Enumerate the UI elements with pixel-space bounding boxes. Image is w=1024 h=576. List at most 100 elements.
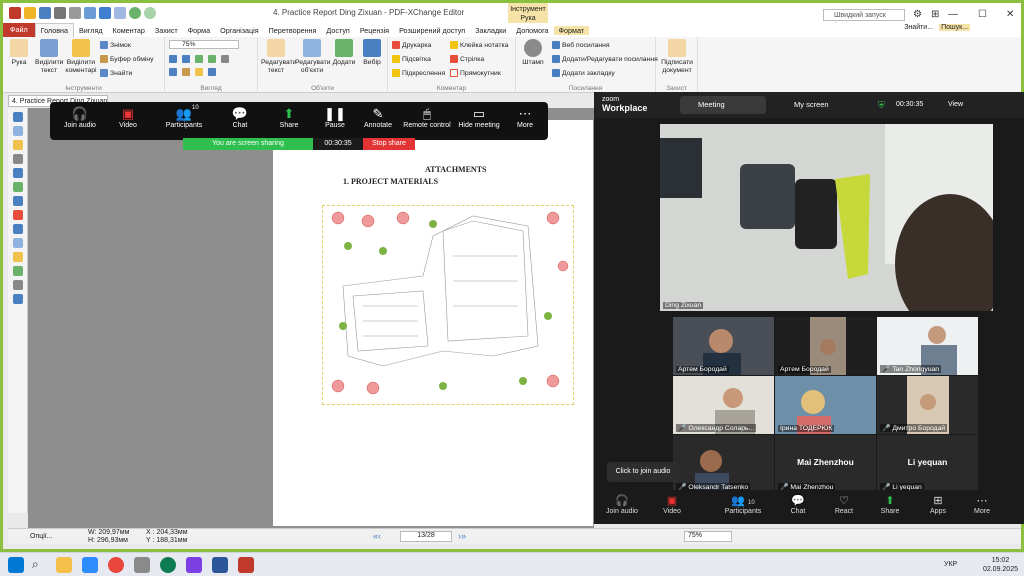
stop-share-button[interactable]: Stop share (363, 138, 415, 150)
find-tool-button[interactable]: Знайти (100, 69, 132, 77)
zoom-taskbar-icon[interactable] (82, 557, 98, 573)
tab-organize[interactable]: Організація (215, 26, 264, 35)
sticky-note-button[interactable]: Клейка нотатка (450, 41, 508, 49)
properties-panel-icon[interactable] (12, 252, 23, 262)
email-icon[interactable] (69, 7, 81, 19)
arrow-button[interactable]: Стрілка (450, 55, 484, 63)
search-button[interactable]: Пошук... (939, 24, 970, 31)
content-panel-icon[interactable] (12, 224, 23, 234)
rotate-right-icon[interactable] (208, 55, 216, 63)
undo-icon[interactable] (99, 7, 111, 19)
highlight-button[interactable]: Підсвітка (392, 55, 431, 63)
participant-tile[interactable]: 🎤 Oleksandr Tatsenko (673, 435, 774, 493)
more-button[interactable]: ⋯ More (966, 494, 998, 515)
tab-bookmarks[interactable]: Закладки (470, 26, 511, 35)
fit-page-icon[interactable] (169, 55, 177, 63)
tags-panel-icon[interactable] (12, 210, 23, 220)
standards-panel-icon[interactable] (12, 294, 23, 304)
underline-button[interactable]: Підкреслення (392, 69, 445, 77)
react-button[interactable]: ♡ React (828, 494, 860, 515)
open-icon[interactable] (24, 7, 36, 19)
select-text-button[interactable]: Виділити текст (35, 39, 63, 75)
tab-view[interactable]: Вигляд (74, 26, 108, 35)
destinations-panel-icon[interactable] (12, 238, 23, 248)
quick-launch-input[interactable]: Швидкий запуск (Ctrl... (823, 9, 905, 30)
participant-tile[interactable]: Артем Бородай (775, 317, 876, 375)
participant-tile[interactable]: Li yequan 🎤 Li yequan (877, 435, 978, 493)
view-button[interactable]: View (948, 101, 963, 108)
participant-tile[interactable]: Mai Zhenzhou 🎤 Mai Zhenzhou (775, 435, 876, 493)
search-icon[interactable]: ⌕ (32, 557, 48, 573)
forward-icon[interactable] (144, 7, 156, 19)
share-button[interactable]: ⬆ Share (874, 494, 906, 515)
chat-button[interactable]: 💬 Chat (782, 494, 814, 515)
file-explorer-icon[interactable] (56, 557, 72, 573)
attachments-panel-icon[interactable] (12, 154, 23, 164)
system-clock[interactable]: 15:02 02.09.2025 (983, 556, 1018, 574)
tab-meeting[interactable]: Meeting (680, 96, 766, 114)
stamp-button[interactable]: Штамп (519, 39, 547, 67)
participant-tile[interactable]: Артем Бородай (673, 317, 774, 375)
start-icon[interactable] (8, 557, 24, 573)
articles-panel-icon[interactable] (12, 266, 23, 276)
join-audio-button[interactable]: 🎧 Join audio (602, 494, 642, 515)
tab-help[interactable]: Допомога (511, 26, 553, 35)
comments-panel-icon[interactable] (12, 140, 23, 150)
more-control[interactable]: ⋯ More (508, 106, 542, 129)
tab-convert[interactable]: Перетворення (264, 26, 322, 35)
layout-icon[interactable]: ⊞ (931, 9, 939, 20)
tab-my-screen[interactable]: My screen (776, 96, 856, 114)
tab-protect[interactable]: Захист (150, 26, 183, 35)
tab-review[interactable]: Рецензія (355, 26, 394, 35)
add-edit-links-button[interactable]: Додати/Редагувати посилання (552, 55, 658, 63)
sign-document-button[interactable]: Підписати документ (659, 39, 695, 75)
chrome-icon[interactable] (108, 557, 124, 573)
layers-panel-icon[interactable] (12, 168, 23, 178)
signatures-panel-icon[interactable] (12, 196, 23, 206)
print-icon[interactable] (54, 7, 66, 19)
language-indicator[interactable]: УКР (944, 561, 957, 568)
fit-width-icon[interactable] (182, 55, 190, 63)
page-nav-forward[interactable]: ›» (458, 531, 466, 541)
participants-button[interactable]: 👥 10 Participants (720, 494, 766, 515)
video-control[interactable]: ▣ Video (110, 106, 146, 129)
select-button[interactable]: Вибір (360, 39, 384, 67)
zoom-level-select[interactable]: 75% (169, 40, 239, 49)
back-icon[interactable] (129, 7, 141, 19)
tab-file[interactable]: Файл (3, 23, 35, 37)
select-comments-button[interactable]: Виділити коментарі (65, 39, 97, 75)
participant-tile[interactable]: Ірина ТОДЕРЮК (775, 376, 876, 434)
status-zoom-select[interactable]: 75% (684, 531, 732, 542)
join-audio-control[interactable]: 🎧 Join audio (60, 106, 100, 129)
page-nav-buttons[interactable]: «‹ (373, 531, 381, 541)
page-layout-icon[interactable] (208, 68, 216, 76)
share-control[interactable]: ⬆ Share (272, 106, 306, 129)
tab-extended-access[interactable]: Розширений доступ (394, 26, 470, 35)
notepad-icon[interactable] (134, 557, 150, 573)
hide-meeting-control[interactable]: ▭ Hide meeting (456, 106, 502, 129)
tab-format[interactable]: Формат (553, 25, 590, 35)
redo-icon[interactable] (114, 7, 126, 19)
edge-icon[interactable] (160, 557, 176, 573)
pan-icon[interactable] (182, 68, 190, 76)
tab-comment[interactable]: Коментар (108, 26, 150, 35)
rectangle-button[interactable]: Прямокутник (450, 69, 501, 77)
actual-size-icon[interactable] (221, 55, 229, 63)
fields-panel-icon[interactable] (12, 182, 23, 192)
pause-control[interactable]: ❚❚ Pause (318, 106, 352, 129)
web-links-button[interactable]: Веб посилання (552, 41, 610, 49)
viber-icon[interactable] (186, 557, 202, 573)
video-button[interactable]: ▣ Video (654, 494, 690, 515)
page-number-input[interactable]: 13/28 (400, 531, 452, 542)
tab-home[interactable]: Головна (34, 23, 74, 37)
edit-text-button[interactable]: Редагувати текст (261, 39, 297, 75)
find-button[interactable]: Знайти... (904, 24, 933, 31)
rotate-icon[interactable] (195, 55, 203, 63)
edit-objects-button[interactable]: Редагувати об'єкти (295, 39, 331, 75)
participant-tile[interactable]: 🎤 Дмитро Бородай (877, 376, 978, 434)
scan-icon[interactable] (84, 7, 96, 19)
annotate-control[interactable]: ✎ Annotate (360, 106, 396, 129)
maximize-button[interactable]: ☐ (978, 9, 987, 20)
chat-control[interactable]: 💬 Chat (222, 106, 258, 129)
pdf-xchange-icon[interactable] (238, 557, 254, 573)
